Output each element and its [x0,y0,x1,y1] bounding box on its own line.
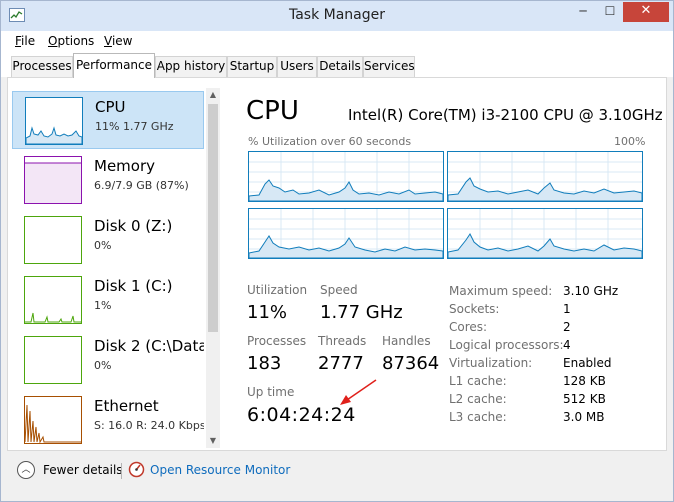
tab-performance[interactable]: Performance [73,53,155,78]
cpu-thumbnail-graph [25,97,83,145]
speed-label: Speed [320,283,358,297]
spec-value: Enabled [563,356,612,370]
footer-divider [121,463,122,479]
memory-thumbnail-graph [24,156,82,204]
spec-value: 3.0 MB [563,410,605,424]
graph-caption: % Utilization over 60 seconds [248,135,412,148]
open-resource-monitor-link[interactable]: Open Resource Monitor [150,463,290,477]
threads-label: Threads [318,334,367,348]
footer-bar: ︿ Fewer details Open Resource Monitor [1,451,673,501]
sidebar-item-cpu[interactable]: CPU 11% 1.77 GHz [12,91,204,149]
cpu-model: Intel(R) Core(TM) i3-2100 CPU @ 3.10GHz [348,106,663,124]
close-button[interactable]: ✕ [623,2,669,22]
cpu-core-graph [447,208,643,259]
tab-details[interactable]: Details [317,56,363,77]
sidebar-item-title: Ethernet [94,397,159,415]
utilization-label: Utilization [247,283,308,297]
ethernet-thumbnail-graph [24,396,82,444]
spec-label: Cores: [449,320,488,334]
uptime-label: Up time [247,385,295,399]
menu-view[interactable]: View [104,34,132,48]
spec-label: Logical processors: [449,338,564,352]
disk-1-thumbnail-graph [24,276,82,324]
menu-file-rest: ile [21,34,36,48]
sidebar-item-title: CPU [95,98,126,116]
threads-value: 2777 [318,353,364,374]
tab-app-history[interactable]: App history [155,56,227,77]
disk-2-thumbnail-graph [24,336,82,384]
utilization-value: 11% [247,302,288,323]
cpu-core-graph [248,151,444,202]
speed-value: 1.77 GHz [320,302,403,323]
maximize-button[interactable]: ☐ [597,2,623,22]
sidebar-item-disk-0[interactable]: Disk 0 (Z:) 0% [12,211,204,269]
cpu-core-graph [248,208,444,259]
menu-view-key: V [104,34,112,48]
spec-label: Maximum speed: [449,284,553,298]
spec-value: 4 [563,338,571,352]
menu-file[interactable]: File [15,34,35,48]
minimize-button[interactable]: ─ [570,2,596,22]
resource-monitor-icon[interactable] [128,461,145,478]
sidebar-item-subtitle: 11% 1.77 GHz [95,120,174,133]
sidebar-item-title: Memory [94,157,156,175]
sidebar-item-disk-1[interactable]: Disk 1 (C:) 1% [12,271,204,329]
menu-options-rest: ptions [57,34,95,48]
scroll-thumb[interactable] [208,104,218,332]
title-bar[interactable]: Task Manager ─ ☐ ✕ [1,1,673,31]
spec-value: 3.10 GHz [563,284,619,298]
spec-value: 1 [563,302,571,316]
disk-0-thumbnail-graph [24,216,82,264]
menu-bar: File Options View [1,31,673,53]
sidebar-item-memory[interactable]: Memory 6.9/7.9 GB (87%) [12,151,204,209]
processes-label: Processes [247,334,307,348]
performance-panel: CPU 11% 1.77 GHz Memory 6.9/7.9 GB (87%)… [7,77,667,451]
chevron-up-icon[interactable]: ︿ [17,461,35,479]
spec-label: L3 cache: [449,410,507,424]
task-manager-window: Task Manager ─ ☐ ✕ File Options View Pro… [0,0,674,502]
processes-value: 183 [247,353,282,374]
sidebar-item-subtitle: 0% [94,239,112,252]
tab-processes[interactable]: Processes [11,56,73,77]
sidebar-item-subtitle: S: 16.0 R: 24.0 Kbps [94,419,204,432]
sidebar-item-subtitle: 6.9/7.9 GB (87%) [94,179,189,192]
spec-label: L2 cache: [449,392,507,406]
menu-options[interactable]: Options [48,34,94,48]
scroll-up-icon[interactable]: ▲ [206,88,220,102]
annotation-arrow-icon [340,379,377,405]
cpu-core-graph [447,151,643,202]
sidebar-item-ethernet[interactable]: Ethernet S: 16.0 R: 24.0 Kbps [12,391,204,448]
sidebar-scrollbar[interactable]: ▲ ▼ [206,88,220,448]
fewer-details-button[interactable]: Fewer details [43,463,123,477]
sidebar-item-title: Disk 0 (Z:) [94,217,173,235]
tab-strip: Processes Performance App history Startu… [1,53,673,78]
spec-label: Virtualization: [449,356,533,370]
sidebar-item-subtitle: 1% [94,299,112,312]
sidebar-item-subtitle: 0% [94,359,112,372]
menu-view-rest: iew [111,34,133,48]
graph-max-label: 100% [614,135,646,148]
handles-value: 87364 [382,353,440,374]
sidebar-item-title: Disk 1 (C:) [94,277,173,295]
spec-value: 2 [563,320,571,334]
resource-sidebar: CPU 11% 1.77 GHz Memory 6.9/7.9 GB (87%)… [12,88,204,448]
spec-label: L1 cache: [449,374,507,388]
spec-value: 512 KB [563,392,606,406]
handles-label: Handles [382,334,431,348]
scroll-down-icon[interactable]: ▼ [206,434,220,448]
spec-label: Sockets: [449,302,500,316]
sidebar-item-title: Disk 2 (C:\Data\ [94,337,204,355]
spec-value: 128 KB [563,374,606,388]
tab-users[interactable]: Users [277,56,317,77]
detail-title: CPU [246,96,299,126]
sidebar-item-disk-2[interactable]: Disk 2 (C:\Data\ 0% [12,331,204,389]
tab-services[interactable]: Services [363,56,415,77]
tab-startup[interactable]: Startup [227,56,277,77]
